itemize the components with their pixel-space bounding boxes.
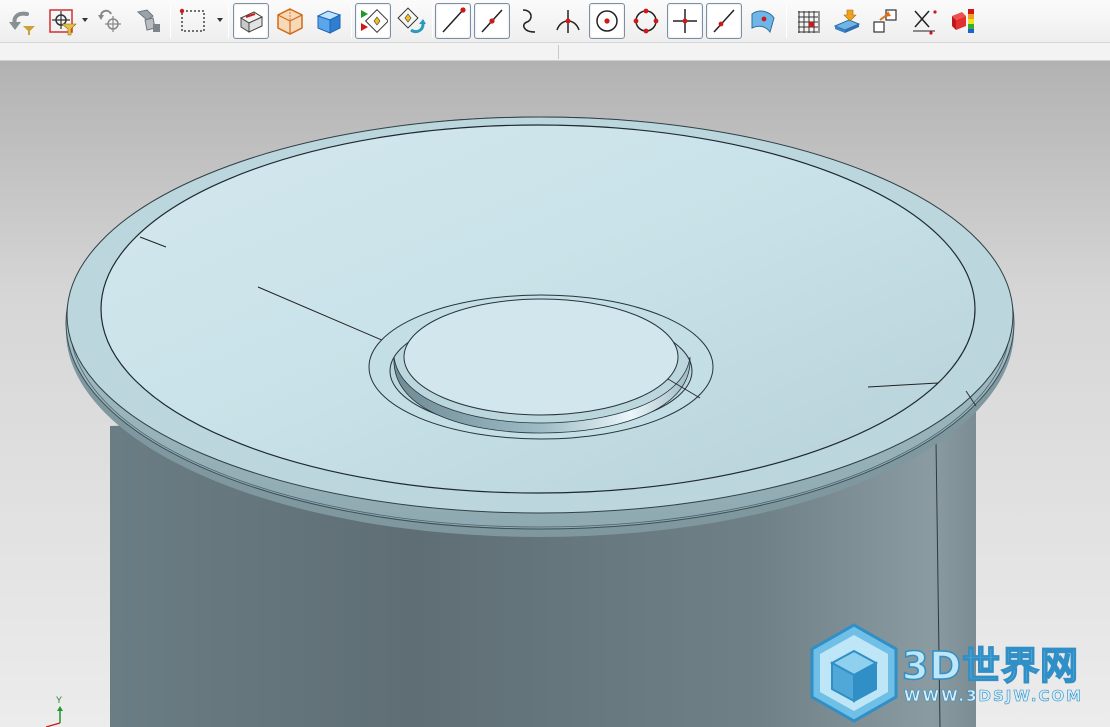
snap-points-enabled-icon[interactable] — [355, 3, 391, 39]
selection-filter-icon[interactable] — [44, 3, 80, 39]
view-triad: Y — [45, 695, 63, 727]
secondary-toolbar — [0, 43, 1110, 61]
toolbar — [0, 0, 1110, 43]
face-render-icon[interactable] — [233, 3, 269, 39]
boss-top — [403, 298, 679, 416]
rotate-view-icon[interactable] — [130, 3, 166, 39]
existing-point-icon[interactable] — [667, 3, 703, 39]
mid-point-icon[interactable] — [474, 3, 510, 39]
wireframe-cube-icon[interactable] — [272, 3, 308, 39]
quadrant-point-icon[interactable] — [628, 3, 664, 39]
toolbar-divider — [558, 45, 559, 59]
triad-y-label: Y — [56, 695, 62, 705]
face-analysis-icon[interactable] — [945, 3, 981, 39]
filter-dropdown-arrow-icon[interactable] — [82, 17, 88, 23]
intersection-point-icon[interactable] — [550, 3, 586, 39]
graphics-viewport[interactable]: Y 3D世界网 WWW.3DSJW.COM — [0, 61, 1110, 727]
control-point-icon[interactable] — [512, 3, 548, 39]
point-on-surface-icon[interactable] — [745, 3, 781, 39]
undo-filter-icon[interactable] — [4, 3, 40, 39]
end-point-icon[interactable] — [435, 3, 471, 39]
watermark-title: 3D世界网 — [901, 643, 1079, 689]
select-dropdown-arrow-icon[interactable] — [217, 17, 223, 23]
grid-icon[interactable] — [790, 3, 826, 39]
shaded-cube-icon[interactable] — [311, 3, 347, 39]
watermark-url: WWW.3DSJW.COM — [904, 687, 1084, 706]
snap-points-cycle-icon[interactable] — [394, 3, 430, 39]
arc-center-icon[interactable] — [589, 3, 625, 39]
watermark-logo-icon — [810, 623, 898, 723]
move-to-layer-icon[interactable] — [867, 3, 903, 39]
watermark: 3D世界网 WWW.3DSJW.COM — [806, 621, 1106, 725]
box-select-icon[interactable] — [175, 3, 211, 39]
measure-distance-icon[interactable] — [906, 3, 942, 39]
point-on-curve-icon[interactable] — [706, 3, 742, 39]
snap-point-icon[interactable] — [92, 3, 128, 39]
work-plane-icon[interactable] — [829, 3, 865, 39]
